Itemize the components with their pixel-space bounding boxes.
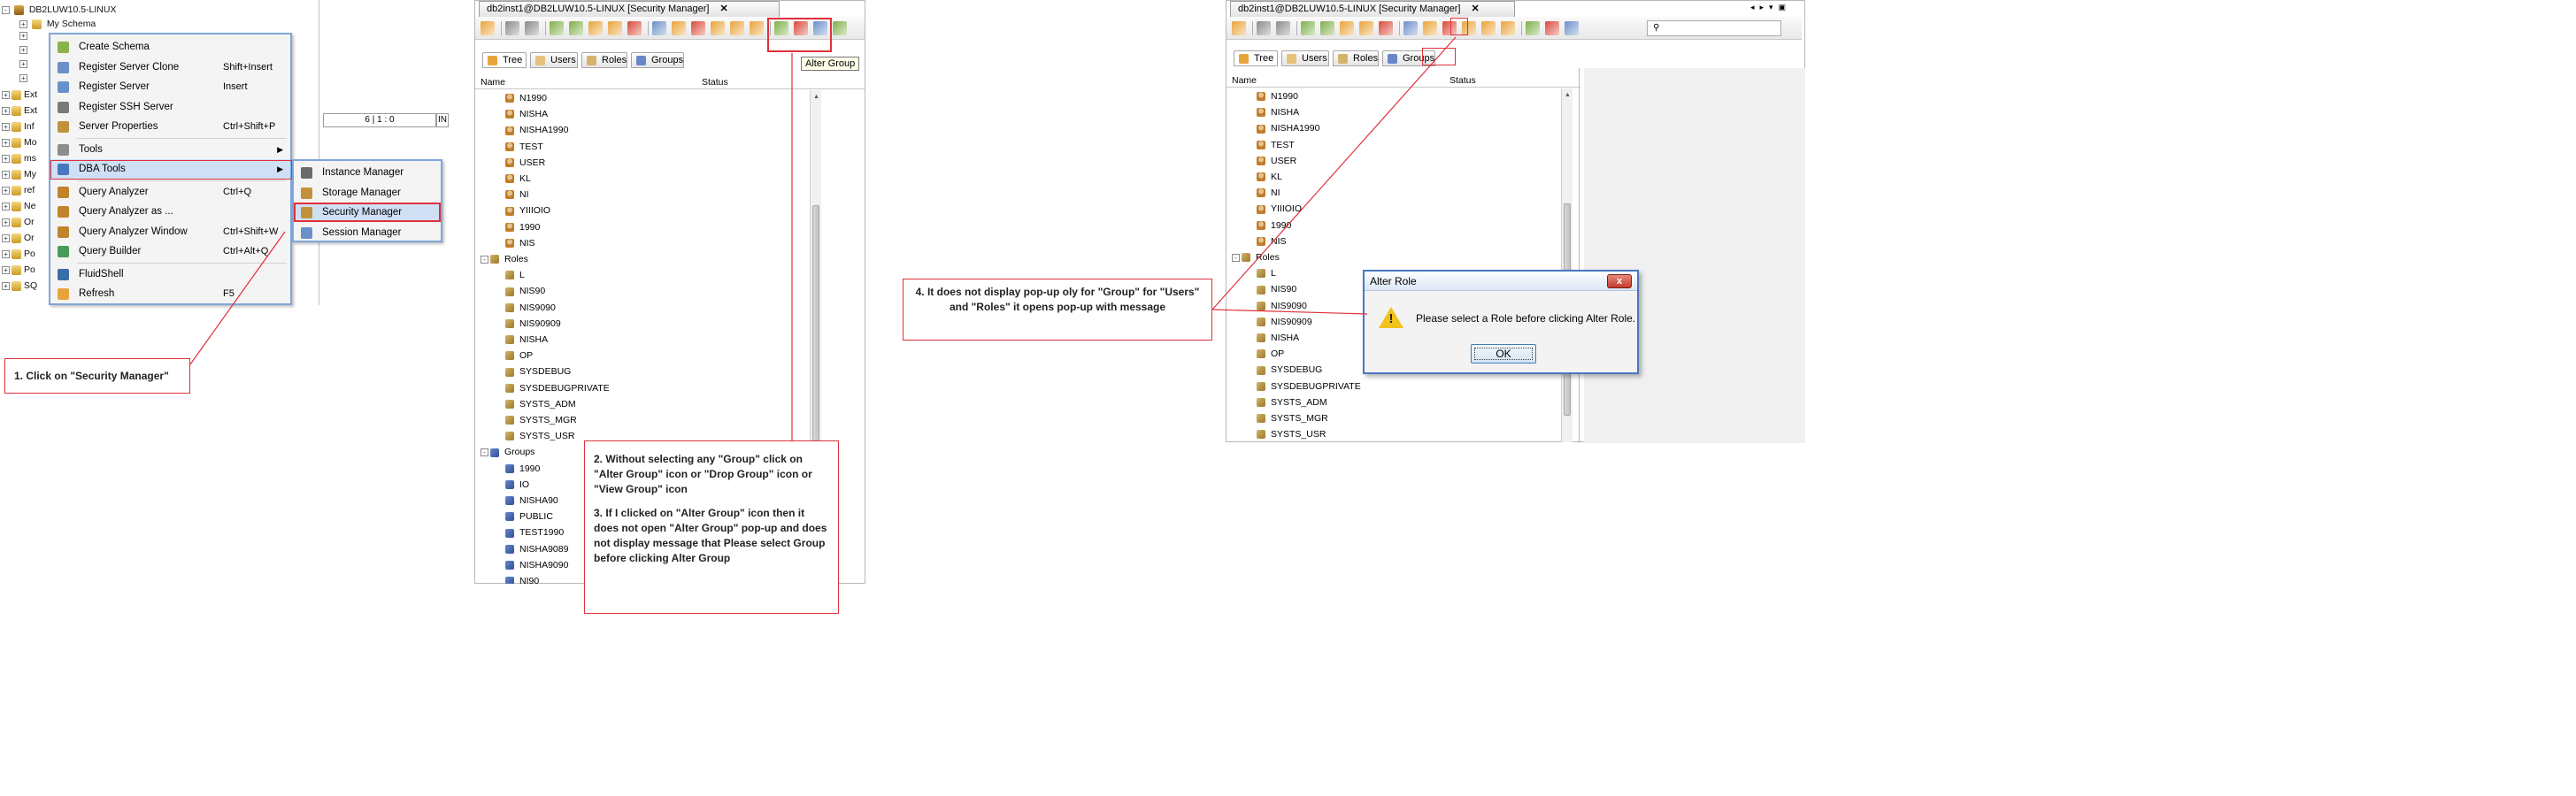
annotation-lines	[189, 36, 1457, 440]
connector-line-step-1	[189, 231, 286, 365]
connector-line-step-4-icon	[1211, 36, 1457, 310]
connector-line-step-4-dialog	[1211, 309, 1368, 315]
